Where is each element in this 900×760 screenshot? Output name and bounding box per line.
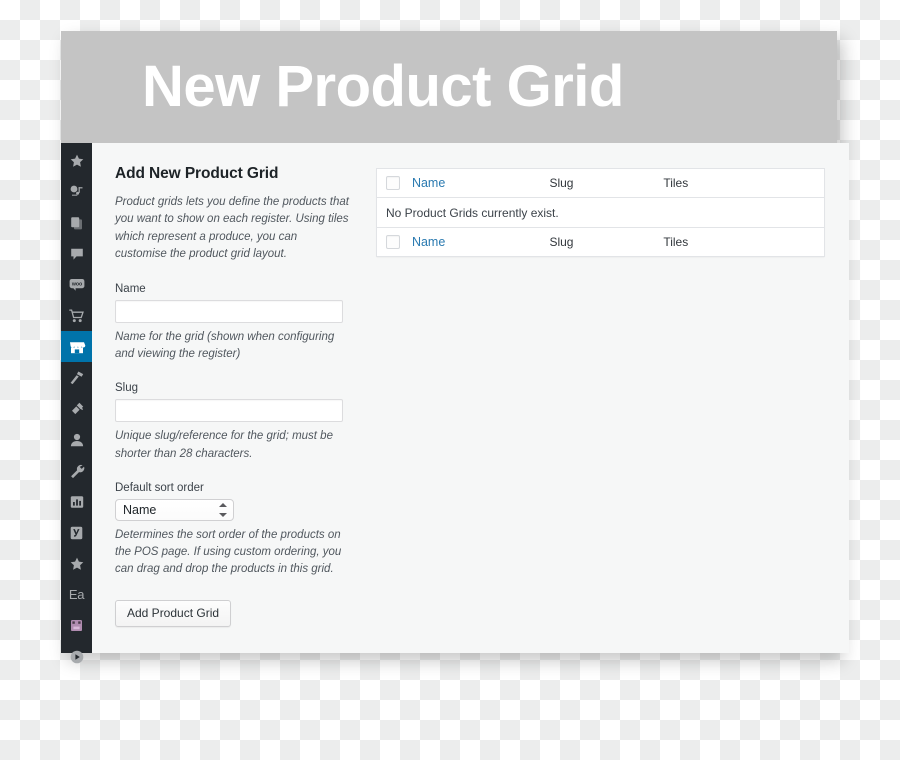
browser-window: New Product Grid woo Ea Add New Product … [61,31,849,663]
page-banner: New Product Grid [61,31,837,143]
select-all-checkbox-footer[interactable] [386,235,400,249]
field-group-name: Name Name for the grid (shown when confi… [115,283,352,364]
sidebar-item-favorites[interactable] [61,145,92,176]
name-input[interactable] [115,299,343,323]
name-field-label: Name [115,282,146,295]
table-footer-row: Name Slug Tiles [376,227,825,257]
sidebar-item-plugins[interactable] [61,393,92,424]
sort-order-select[interactable]: Name [115,498,234,521]
sidebar-item-woocommerce[interactable]: woo [61,269,92,300]
slug-input[interactable] [115,399,343,423]
sort-order-help: Determines the sort order of the product… [115,528,342,576]
admin-body: woo Ea Add New Product Grid Product grid… [61,143,849,663]
sidebar-item-ea[interactable]: Ea [61,579,92,610]
sidebar-item-settings[interactable] [61,455,92,486]
table-footer: Name Slug Tiles [376,227,825,257]
product-grids-list: Name Slug Tiles No Product Grids current… [376,165,825,653]
select-all-footer-cell[interactable] [376,227,412,257]
admin-sidebar: woo Ea [61,143,99,663]
star-icon [69,556,85,572]
banner-title: New Product Grid [142,54,624,119]
table-header: Name Slug Tiles [376,168,825,198]
sidebar-item-users[interactable] [61,424,92,455]
add-product-grid-form: Add New Product Grid Product grids lets … [115,165,352,653]
form-intro-text: Product grids lets you define the produc… [115,196,349,261]
column-footer-name-link[interactable]: Name [412,235,445,249]
page-title: Add New Product Grid [115,165,279,182]
sidebar-item-comments[interactable] [61,238,92,269]
slug-field-help: Unique slug/reference for the grid; must… [115,430,333,460]
sidebar-item-jetpack[interactable] [61,610,92,641]
sidebar-item-analytics[interactable] [61,486,92,517]
sidebar-item-media[interactable] [61,176,92,207]
column-header-slug: Slug [549,168,664,198]
ea-text-icon: Ea [68,587,85,602]
stepper-arrows-icon[interactable] [219,502,227,517]
jetpack-icon [69,618,84,633]
wrench-icon [69,463,85,479]
sidebar-item-media-player[interactable] [61,641,92,672]
table-empty-row: No Product Grids currently exist. [377,198,825,228]
main-content: Add New Product Grid Product grids lets … [92,143,849,653]
comment-icon [69,246,85,262]
table-body: No Product Grids currently exist. [377,198,825,228]
select-all-header-cell[interactable] [376,168,412,198]
column-footer-slug: Slug [549,227,664,257]
chart-box-icon [69,494,85,510]
column-header-tiles: Tiles [663,168,825,198]
product-grids-table: Name Slug Tiles No Product Grids current… [376,168,825,257]
play-circle-icon [69,649,85,665]
column-header-name-link[interactable]: Name [412,176,445,190]
sidebar-item-point-of-sale[interactable] [61,331,99,362]
column-header-name[interactable]: Name [411,168,550,198]
svg-text:woo: woo [70,282,81,288]
add-product-grid-button[interactable]: Add Product Grid [115,599,232,627]
user-icon [69,432,85,448]
sidebar-item-pages[interactable] [61,207,92,238]
sidebar-item-seo[interactable] [61,517,92,548]
sidebar-item-products[interactable] [61,300,92,331]
field-group-slug: Slug Unique slug/reference for the grid;… [115,382,352,463]
star-icon [69,153,85,169]
slug-field-label: Slug [115,382,139,395]
store-icon [68,339,86,355]
sidebar-item-tools[interactable] [61,362,92,393]
sidebar-item-starred[interactable] [61,548,92,579]
field-group-sort-order: Default sort order Name Determines the s… [115,482,352,579]
pages-icon [69,215,85,231]
table-header-row: Name Slug Tiles [376,168,825,198]
yoast-icon [69,525,84,541]
column-footer-tiles: Tiles [663,227,825,257]
media-note-icon [69,184,85,200]
plug-icon [69,401,85,417]
select-all-checkbox[interactable] [386,176,400,190]
name-field-help: Name for the grid (shown when configurin… [115,330,335,361]
sort-order-label: Default sort order [115,481,204,494]
sort-order-selected-value: Name [123,502,157,517]
woo-badge-icon: woo [68,277,86,292]
hammer-icon [69,370,85,386]
column-footer-name[interactable]: Name [411,227,550,257]
cart-icon [68,308,85,324]
table-empty-message: No Product Grids currently exist. [386,205,559,220]
